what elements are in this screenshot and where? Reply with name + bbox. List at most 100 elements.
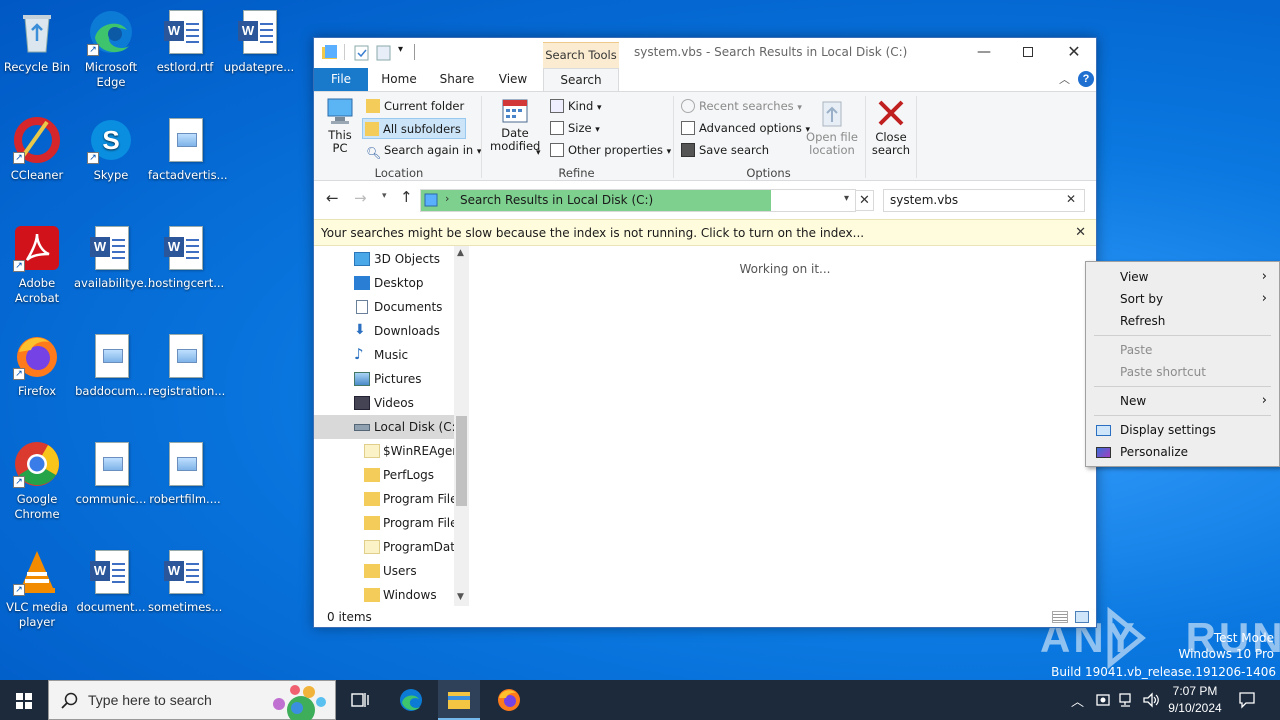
nav-item-program-files[interactable]: Program Files [314, 487, 454, 511]
qat-dropdown-icon[interactable]: ▾ [398, 44, 403, 55]
desktop-icon-word-document[interactable]: W document... [74, 548, 148, 615]
taskbar-explorer-button[interactable] [438, 680, 480, 720]
minimize-button[interactable]: — [962, 38, 1006, 68]
nav-item-perflogs[interactable]: PerfLogs [314, 463, 454, 487]
nav-scrollbar[interactable]: ▲ ▼ [454, 246, 469, 606]
desktop-icon-firefox[interactable]: ↗ Firefox [0, 332, 74, 399]
nav-item-users[interactable]: Users [314, 559, 454, 583]
properties-icon[interactable] [354, 45, 370, 61]
tab-view[interactable]: View [490, 68, 536, 91]
size-button[interactable]: Size ▾ [550, 118, 600, 138]
desktop-icon-ccleaner[interactable]: ↗ CCleaner [0, 116, 74, 183]
clock[interactable]: 7:07 PM 9/10/2024 [1166, 683, 1224, 717]
taskbar-edge-button[interactable] [390, 680, 432, 720]
menu-item-view[interactable]: View › [1086, 266, 1279, 288]
nav-item-windows[interactable]: Windows [314, 583, 454, 607]
title-bar[interactable]: ▾ Search Tools system.vbs - Search Resul… [314, 38, 1096, 68]
stop-search-icon[interactable]: ✕ [856, 190, 874, 211]
current-folder-button[interactable]: Current folder [364, 96, 464, 116]
nav-item-desktop[interactable]: Desktop [314, 271, 454, 295]
close-window-button[interactable]: ✕ [1052, 38, 1096, 68]
desktop-icon-vlc[interactable]: ↗ VLC media player [0, 548, 74, 630]
other-properties-button[interactable]: Other properties ▾ [550, 140, 671, 160]
search-box[interactable]: system.vbs ✕ [883, 189, 1085, 212]
large-icons-view-icon[interactable] [1075, 611, 1089, 623]
desktop-icon-microsoft-edge[interactable]: ↗ Microsoft Edge [74, 8, 148, 90]
menu-item-new[interactable]: New › [1086, 390, 1279, 412]
menu-item-sort-by[interactable]: Sort by › [1086, 288, 1279, 310]
taskbar-firefox-button[interactable] [488, 680, 530, 720]
advanced-options-button[interactable]: Advanced options ▾ [681, 118, 810, 138]
menu-item-personalize[interactable]: Personalize [1086, 441, 1279, 463]
nav-item-music[interactable]: ♪ Music [314, 343, 454, 367]
menu-item-paste-shortcut[interactable]: Paste shortcut [1086, 361, 1279, 383]
nav-item-programdata[interactable]: ProgramData [314, 535, 454, 559]
recent-locations-icon[interactable]: ▾ [382, 191, 387, 201]
show-hidden-icons[interactable]: ︿ [1071, 691, 1084, 710]
scrollbar-thumb[interactable] [456, 416, 467, 506]
tab-file[interactable]: File [314, 68, 368, 91]
nav-item-winreagent[interactable]: $WinREAgent [314, 439, 454, 463]
desktop-icon-hostingcert[interactable]: W hostingcert... [148, 224, 224, 291]
scroll-up-icon[interactable]: ▲ [457, 248, 464, 258]
forward-arrow-icon[interactable]: → [354, 189, 367, 207]
search-input[interactable]: system.vbs [890, 193, 958, 207]
desktop-icon-estlord[interactable]: W estlord.rtf [148, 8, 222, 75]
details-view-icon[interactable] [1052, 611, 1068, 623]
desktop-icon-factadvertis[interactable]: factadvertis... [148, 116, 228, 183]
search-again-button[interactable]: 🔍︎ Search again in ▾ [364, 140, 481, 160]
desktop-icon-registration[interactable]: registration... [148, 332, 225, 399]
desktop-icon-sometimes[interactable]: W sometimes... [148, 548, 222, 615]
collapse-ribbon-icon[interactable]: ︿ [1059, 71, 1070, 87]
nav-item-videos[interactable]: Videos [314, 391, 454, 415]
network-icon[interactable] [1118, 692, 1136, 708]
nav-item-downloads[interactable]: ⬇ Downloads [314, 319, 454, 343]
desktop-icon-updatepre[interactable]: W updatepre... [222, 8, 296, 75]
nav-item-program-files-x86[interactable]: Program Files [314, 511, 454, 535]
task-view-button[interactable] [340, 680, 380, 720]
desktop-icon-recycle-bin[interactable]: Recycle Bin [0, 8, 74, 75]
nav-item-3d-objects[interactable]: 3D Objects [314, 247, 454, 271]
file-explorer-window[interactable]: ▾ Search Tools system.vbs - Search Resul… [313, 37, 1097, 628]
recent-searches-button[interactable]: Recent searches ▾ [681, 96, 802, 116]
new-folder-qat-icon[interactable] [376, 45, 392, 61]
kind-button[interactable]: Kind ▾ [550, 96, 602, 116]
close-search-button[interactable]: Close search [869, 98, 913, 162]
tab-home[interactable]: Home [376, 68, 422, 91]
dismiss-banner-icon[interactable]: ✕ [1075, 220, 1086, 246]
desktop-icon-word-availability[interactable]: W availabilitye... [74, 224, 155, 291]
menu-item-refresh[interactable]: Refresh [1086, 310, 1279, 332]
save-search-button[interactable]: Save search [681, 140, 769, 160]
defender-icon[interactable] [1095, 692, 1111, 708]
notifications-icon[interactable] [1238, 691, 1256, 709]
desktop-icon-adobe-acrobat[interactable]: ↗ Adobe Acrobat [0, 224, 74, 306]
maximize-button[interactable] [1006, 38, 1052, 68]
desktop-icon-baddocum[interactable]: baddocum... [74, 332, 148, 399]
up-arrow-icon[interactable]: ↑ [400, 188, 413, 206]
start-button[interactable] [0, 680, 48, 720]
nav-item-documents[interactable]: Documents [314, 295, 454, 319]
nav-item-pictures[interactable]: Pictures [314, 367, 454, 391]
desktop-icon-communic[interactable]: communic... [74, 440, 148, 507]
menu-item-display-settings[interactable]: Display settings [1086, 419, 1279, 441]
scroll-down-icon[interactable]: ▼ [457, 592, 464, 602]
open-file-location-button[interactable]: Open file location [804, 98, 860, 162]
nav-item-local-disk[interactable]: Local Disk (C:) [314, 415, 454, 439]
this-pc-button[interactable]: This PC [322, 96, 358, 158]
back-arrow-icon[interactable]: ← [326, 189, 339, 207]
all-subfolders-button[interactable]: All subfolders [362, 118, 466, 139]
address-bar[interactable]: › Search Results in Local Disk (C:) ▾ [420, 189, 856, 212]
desktop-icon-google-chrome[interactable]: ↗ Google Chrome [0, 440, 74, 522]
index-warning-banner[interactable]: Your searches might be slow because the … [314, 219, 1096, 246]
volume-icon[interactable] [1142, 692, 1160, 708]
help-icon[interactable]: ? [1078, 71, 1094, 87]
desktop-icon-skype[interactable]: S ↗ Skype [74, 116, 148, 183]
tab-share[interactable]: Share [434, 68, 480, 91]
menu-item-paste[interactable]: Paste [1086, 339, 1279, 361]
clear-search-icon[interactable]: ✕ [1066, 192, 1076, 206]
taskbar-search-box[interactable]: Type here to search [48, 680, 336, 720]
tab-search[interactable]: Search [543, 68, 619, 92]
results-pane[interactable]: Working on it... [470, 246, 1096, 606]
address-dropdown-icon[interactable]: ▾ [844, 193, 849, 204]
desktop-icon-robertfilm[interactable]: robertfilm.... [148, 440, 222, 507]
